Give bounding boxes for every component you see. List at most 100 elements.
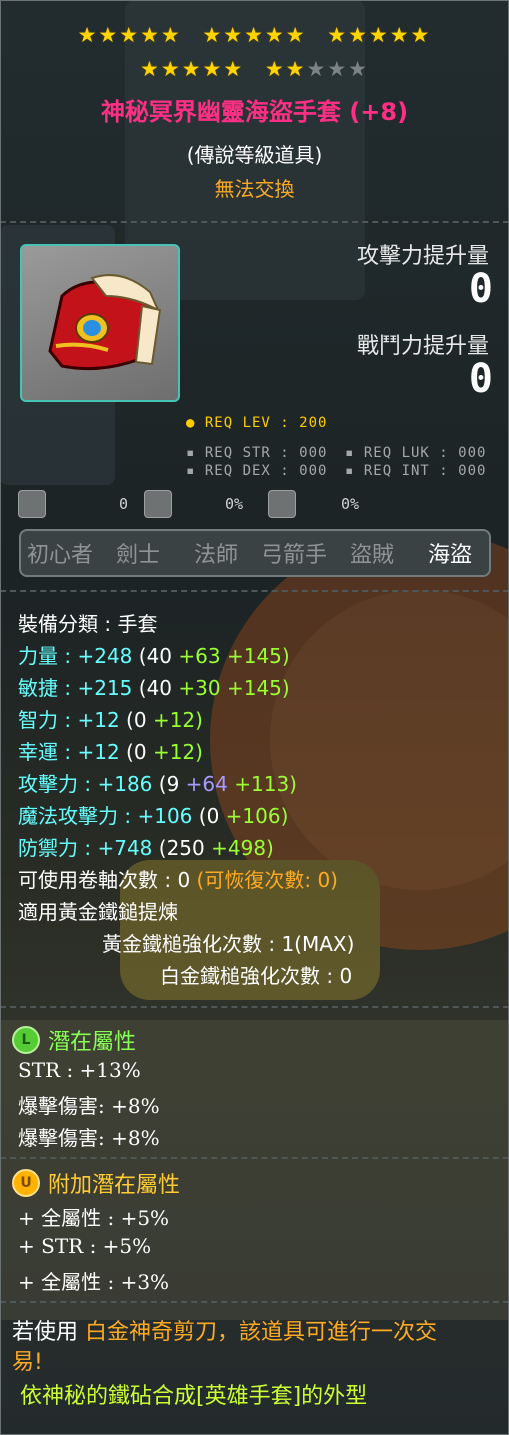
req-str: ▪ REQ STR : 000 [186, 445, 328, 461]
job-magician: 法師 [193, 543, 238, 568]
trade-status: 無法交換 [214, 177, 295, 201]
stat-int: 智力 : +12 (0 +12) [18, 704, 203, 733]
scissors-prefix: 若使用 [12, 1320, 79, 1345]
extra-stat-value-3: 0% [341, 495, 360, 513]
stat-starforce: +498) [211, 836, 274, 860]
divider [0, 1157, 509, 1159]
job-archer: 弓箭手 [260, 543, 327, 568]
stat-starforce: +106) [225, 804, 289, 828]
star-icon: ★★★★★ [77, 23, 182, 47]
job-pirate: 海盜 [427, 543, 472, 568]
bonus-potential-header: U 附加潛在屬性 [12, 1167, 180, 1199]
stat-scroll: +64 [185, 772, 228, 796]
bonus-potential-line-3: + 全屬性 : +3% [18, 1270, 170, 1294]
hand-icon [144, 490, 172, 518]
job-beginner: 初心者 [26, 543, 93, 568]
stat-label: 智力 : [18, 708, 72, 732]
job-thief: 盜賊 [349, 543, 394, 568]
potential-title: 潛在屬性 [48, 1030, 137, 1055]
stat-label: 幸運 : [18, 740, 72, 764]
stat-label: 力量 : [18, 644, 72, 668]
legendary-badge-icon: L [12, 1026, 40, 1054]
battle-gain-value: 0 [468, 356, 493, 402]
upgrade-slots: 可使用卷軸次數 : 0 [18, 868, 191, 892]
star-icon: ★★ [264, 57, 307, 81]
stat-str: 力量 : +248 (40 +63 +145) [18, 640, 290, 669]
extra-stat-value-1: 0 [119, 495, 129, 513]
hammer-apply: 適用黃金鐵鎚提煉 [18, 900, 178, 924]
category-label: 裝備分類 : [18, 612, 112, 636]
stat-total: +186 [97, 772, 153, 796]
star-icon: ★★★★★ [202, 23, 307, 47]
stat-starforce: +145) [226, 644, 290, 668]
star-force-row-2: ★★★★★ ★★★★★ [0, 58, 509, 80]
potential-line-3: 爆擊傷害: +8% [18, 1126, 160, 1150]
job-requirement-bar: 初心者 劍士 法師 弓箭手 盜賊 海盜 [19, 529, 491, 577]
stat-dex: 敏捷 : +215 (40 +30 +145) [18, 672, 290, 701]
stat-starforce: +145) [226, 676, 290, 700]
divider [0, 1006, 509, 1008]
stat-magic-attack: 魔法攻擊力 : +106 (0 +106) [18, 800, 288, 829]
star-icon: ★★★★★ [140, 57, 245, 81]
stat-defense: 防禦力 : +748 (250 +498) [18, 832, 274, 861]
bonus-potential-line-1: + 全屬性 : +5% [18, 1206, 170, 1230]
empty-star-icon: ★★★ [306, 57, 369, 81]
stat-starforce: +12) [152, 740, 203, 764]
unique-badge-icon: U [12, 1169, 40, 1197]
extra-stats-row: 0 0% 0% [18, 490, 488, 522]
stat-scroll: +63 [178, 644, 221, 668]
red-fur-glove-icon [48, 274, 162, 371]
stat-total: +748 [97, 836, 153, 860]
extra-stat-value-2: 0% [225, 495, 244, 513]
stat-total: +12 [77, 708, 120, 732]
star-icon: ★★★★★ [327, 23, 432, 47]
stat-label: 防禦力 : [18, 836, 92, 860]
stat-base: (40 [138, 644, 173, 668]
req-int: ▪ REQ INT : 000 [345, 463, 487, 479]
star-force-row-1: ★★★★★ ★★★★★ ★★★★★ [0, 24, 509, 46]
restore-slots: (可恢復次數: 0) [196, 868, 338, 892]
attack-gain-value: 0 [468, 266, 493, 312]
appearance-note: 依神秘的鐵砧合成[英雄手套]的外型 [20, 1384, 368, 1409]
gold-hammer-count: 黃金鐵槌強化次數 : 1(MAX) [102, 932, 355, 956]
req-luk: ▪ REQ LUK : 000 [345, 445, 487, 461]
category-line: 裝備分類 : 手套 [18, 608, 157, 637]
shield-icon [268, 490, 296, 518]
stat-label: 魔法攻擊力 : [18, 804, 132, 828]
bonus-potential-line-2: + STR : +5% [18, 1234, 152, 1258]
stat-starforce: +113) [234, 772, 297, 796]
scissors-text-cont: 易! [12, 1350, 43, 1375]
divider [0, 221, 509, 223]
potential-header: L 潛在屬性 [12, 1024, 136, 1056]
stat-scroll: +30 [178, 676, 221, 700]
item-name: 神秘冥界幽靈海盜手套 (+8) [100, 98, 409, 126]
stat-total: +12 [77, 740, 120, 764]
stat-attack: 攻擊力 : +186 (9 +64 +113) [18, 768, 297, 797]
divider [0, 590, 509, 592]
category-value: 手套 [117, 612, 158, 636]
item-icon-frame [20, 244, 180, 402]
pet-icon [18, 490, 46, 518]
upgrade-slots-line: 可使用卷軸次數 : 0 (可恢復次數: 0) [18, 864, 338, 893]
stat-base: (9 [158, 772, 180, 796]
stat-total: +248 [77, 644, 133, 668]
bonus-potential-title: 附加潛在屬性 [48, 1173, 181, 1198]
stat-base: (40 [138, 676, 173, 700]
platinum-hammer-count: 白金鐵槌強化次數 : 0 [160, 964, 353, 988]
stat-base: (0 [198, 804, 220, 828]
req-dex: ▪ REQ DEX : 000 [186, 463, 328, 479]
stat-starforce: +12) [152, 708, 203, 732]
job-warrior: 劍士 [115, 543, 160, 568]
req-level: ● REQ LEV : 200 [186, 415, 328, 431]
stat-luk: 幸運 : +12 (0 +12) [18, 736, 203, 765]
scissors-text: 白金神奇剪刀，該道具可進行一次交 [85, 1320, 438, 1345]
stat-base: (250 [158, 836, 205, 860]
stat-total: +215 [77, 676, 133, 700]
stat-base: (0 [126, 740, 147, 764]
stat-base: (0 [126, 708, 147, 732]
scissors-note: 若使用 白金神奇剪刀，該道具可進行一次交 [12, 1314, 437, 1346]
divider [0, 1301, 509, 1303]
stat-label: 攻擊力 : [18, 772, 92, 796]
stat-total: +106 [137, 804, 193, 828]
item-tooltip: ★★★★★ ★★★★★ ★★★★★ ★★★★★ ★★★★★ 神秘冥界幽靈海盜手套… [0, 0, 509, 1435]
